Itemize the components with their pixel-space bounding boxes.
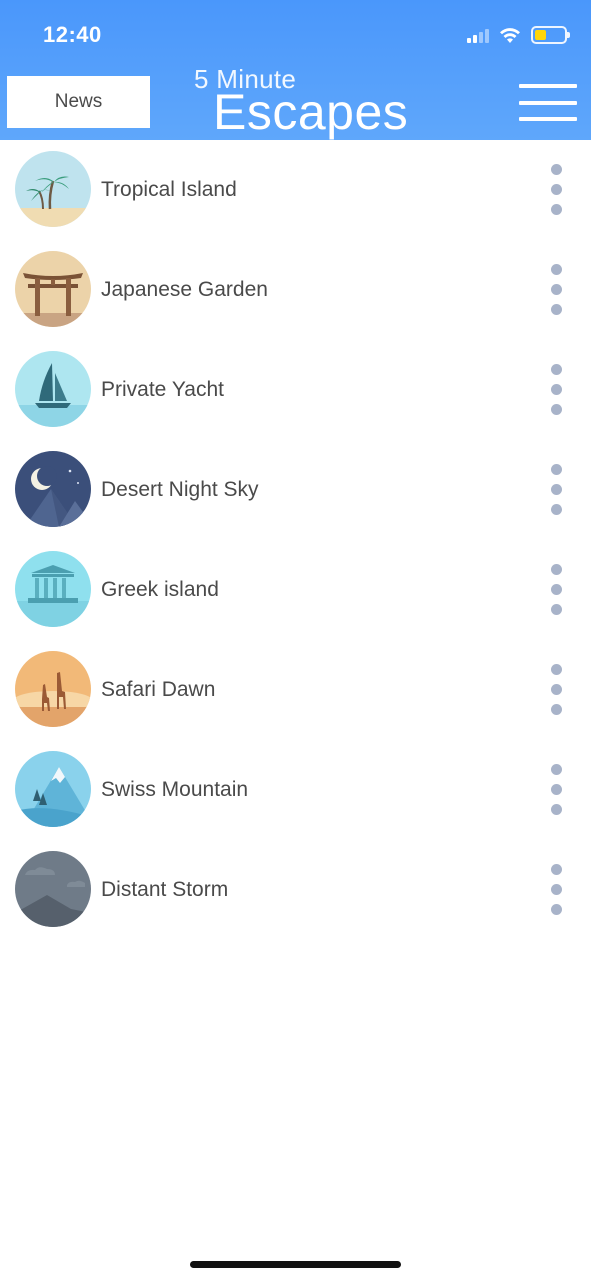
list-item-label: Private Yacht [101,378,224,401]
list-item[interactable]: Private Yacht [0,340,591,440]
more-options-icon[interactable] [544,160,570,220]
app-header: 12:40 News 5 Minute Escapes [0,0,591,140]
app-title-large: Escapes [213,84,409,140]
escape-list: Tropical Island Japanese Garden Private … [0,140,591,940]
list-item-label: Safari Dawn [101,678,216,701]
palm-tree-icon [15,151,91,227]
list-item-label: Distant Storm [101,878,229,901]
giraffes-icon [15,651,91,727]
status-icons [467,24,570,46]
list-item-label: Swiss Mountain [101,778,249,801]
status-time: 12:40 [43,22,102,47]
sailboat-icon [15,351,91,427]
moon-pyramids-icon [15,451,91,527]
wifi-icon [500,27,520,43]
list-item[interactable]: Greek island [0,540,591,640]
list-item[interactable]: Desert Night Sky [0,440,591,540]
list-item-label: Greek island [101,578,219,601]
hamburger-menu-icon[interactable] [519,84,577,124]
news-button[interactable]: News [7,76,150,128]
list-item[interactable]: Japanese Garden [0,240,591,340]
battery-icon [531,26,570,44]
list-item-label: Desert Night Sky [101,478,259,501]
more-options-icon[interactable] [544,260,570,320]
more-options-icon[interactable] [544,360,570,420]
list-item[interactable]: Distant Storm [0,840,591,940]
cellular-signal-icon [467,27,489,43]
more-options-icon[interactable] [544,660,570,720]
list-item-label: Japanese Garden [101,278,268,301]
list-item[interactable]: Safari Dawn [0,640,591,740]
mountain-icon [15,751,91,827]
list-item[interactable]: Tropical Island [0,140,591,240]
storm-clouds-icon [15,851,91,927]
list-item[interactable]: Swiss Mountain [0,740,591,840]
torii-gate-icon [15,251,91,327]
more-options-icon[interactable] [544,760,570,820]
status-bar: 12:40 [0,0,591,70]
more-options-icon[interactable] [544,460,570,520]
greek-temple-icon [15,551,91,627]
more-options-icon[interactable] [544,560,570,620]
home-indicator[interactable] [190,1261,401,1268]
list-item-label: Tropical Island [101,178,237,201]
more-options-icon[interactable] [544,860,570,920]
